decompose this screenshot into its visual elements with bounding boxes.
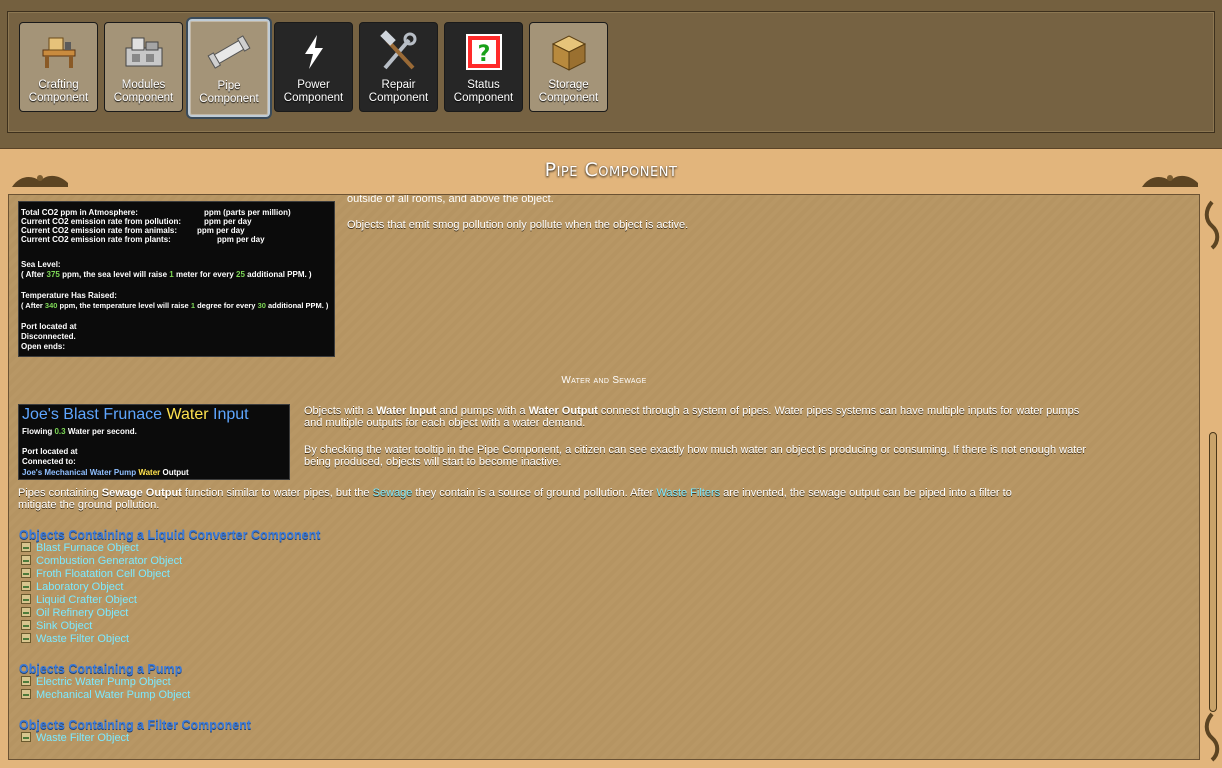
hammer-wrench-icon xyxy=(379,30,416,70)
tool-label-line2: Component xyxy=(283,92,344,104)
tool-label-line1: Status xyxy=(467,79,500,91)
tool-label-line1: Power xyxy=(297,79,330,91)
list-item[interactable]: Combustion Generator Object xyxy=(21,555,182,568)
tool-label-line1: Modules xyxy=(121,79,166,91)
tool-label-line1: Storage xyxy=(548,79,589,91)
component-toolbar: Crafting Component Modules Component Pipe C… xyxy=(0,0,1222,148)
list-item[interactable]: Blast Furnace Object xyxy=(21,542,139,555)
smog-paragraph: Objects that emit smog pollution only po… xyxy=(347,219,689,231)
pump-header: Objects Containing a Pump xyxy=(19,662,183,676)
list-item[interactable]: Waste Filter Object xyxy=(21,732,129,745)
tool-label-line2: Component xyxy=(28,92,89,104)
right-ornament-icon xyxy=(1142,175,1198,187)
crafting-table-icon xyxy=(42,37,75,68)
pipe-component-button[interactable]: Pipe Component xyxy=(188,19,270,117)
tool-label-line2: Component xyxy=(199,93,259,105)
tooltip-text: Temperature Has Raised: xyxy=(21,291,117,300)
repair-component-button[interactable]: Repair Component xyxy=(359,22,438,112)
document-icon xyxy=(21,607,31,617)
list-item[interactable]: Sink Object xyxy=(21,620,92,633)
tooltip-text: Disconnected. xyxy=(21,332,76,341)
svg-text:?: ? xyxy=(477,42,490,67)
list-item[interactable]: Electric Water Pump Object xyxy=(21,676,171,689)
water-tooltip-title: Joe's Blast Frunace Water Input xyxy=(22,406,249,423)
page-title: Pipe Component xyxy=(544,159,678,181)
title-bar: Pipe Component xyxy=(0,148,1222,194)
tool-label-line2: Component xyxy=(113,92,174,104)
list-item[interactable]: Waste Filter Object xyxy=(21,633,129,646)
tooltip-text: Current CO2 emission rate from plants: xyxy=(21,235,171,244)
document-icon xyxy=(21,732,31,742)
document-icon xyxy=(21,676,31,686)
section-heading: Water and Sewage xyxy=(561,375,647,386)
document-icon xyxy=(21,581,31,591)
document-icon xyxy=(21,689,31,699)
water-paragraph-1: Objects with a Water Input and pumps wit… xyxy=(304,405,1080,429)
tooltip-text: Total CO2 ppm in Atmosphere: xyxy=(21,208,138,217)
tooltip-text: Connected to: xyxy=(22,457,76,466)
tooltip-text: ppm per day xyxy=(217,235,265,244)
tool-label-line1: Repair xyxy=(381,79,416,91)
content-panel[interactable]: outside of all rooms, and above the obje… xyxy=(8,194,1200,760)
list-item[interactable]: Laboratory Object xyxy=(21,581,123,594)
modules-icon xyxy=(125,37,162,67)
filter-header: Objects Containing a Filter Component xyxy=(19,718,251,732)
crafting-component-button[interactable]: Crafting Component xyxy=(19,22,98,112)
scroll-bottom-ornament-icon xyxy=(1204,712,1220,762)
tooltip-text: Open ends: xyxy=(21,342,66,351)
scrollbar-thumb[interactable] xyxy=(1209,432,1217,712)
status-component-button[interactable]: ? Status Component xyxy=(444,22,523,112)
water-paragraph-2: By checking the water tooltip in the Pip… xyxy=(304,444,1087,468)
tooltip-text: ppm (parts per million) xyxy=(204,208,291,217)
modules-component-button[interactable]: Modules Component xyxy=(104,22,183,112)
list-item[interactable]: Liquid Crafter Object xyxy=(21,594,137,607)
tool-label-line1: Pipe xyxy=(217,80,241,92)
question-mark-icon: ? xyxy=(465,34,502,70)
lightning-icon xyxy=(304,35,323,69)
tool-label-line1: Crafting xyxy=(38,79,79,91)
liquid-converter-header: Objects Containing a Liquid Converter Co… xyxy=(19,528,321,542)
document-icon xyxy=(21,555,31,565)
document-icon xyxy=(21,568,31,578)
storage-component-button[interactable]: Storage Component xyxy=(529,22,608,112)
tooltip-text: Sea Level: xyxy=(21,260,61,269)
tooltip-text: Port located at xyxy=(22,447,78,456)
document-icon xyxy=(21,542,31,552)
tooltip-text: Current CO2 emission rate from animals: xyxy=(21,226,178,235)
list-item[interactable]: Mechanical Water Pump Object xyxy=(21,689,190,702)
document-icon xyxy=(21,594,31,604)
power-component-button[interactable]: Power Component xyxy=(274,22,353,112)
waste-filters-link[interactable]: Waste Filters xyxy=(656,487,720,499)
tooltip-text: Current CO2 emission rate from pollution… xyxy=(21,217,182,226)
pipe-icon xyxy=(207,35,251,69)
tooltip-text: ppm per day xyxy=(204,217,252,226)
document-icon xyxy=(21,620,31,630)
scroll-top-ornament-icon xyxy=(1204,200,1220,250)
list-item[interactable]: Froth Floatation Cell Object xyxy=(21,568,170,581)
tooltip-text: ppm per day xyxy=(197,226,245,235)
tool-label-line2: Component xyxy=(368,92,429,104)
tool-label-line2: Component xyxy=(538,92,599,104)
cut-off-text: outside of all rooms, and above the obje… xyxy=(347,194,554,205)
sewage-paragraph: Pipes containing Sewage Output function … xyxy=(18,487,1012,511)
storage-crate-icon xyxy=(551,35,586,71)
tool-label-line2: Component xyxy=(453,92,514,104)
water-tooltip-image: Joe's Blast Frunace Water Input Flowing … xyxy=(18,404,290,480)
sewage-link[interactable]: Sewage xyxy=(373,487,413,499)
document-icon xyxy=(21,633,31,643)
list-item[interactable]: Oil Refinery Object xyxy=(21,607,128,620)
tooltip-text: Port located at xyxy=(21,322,77,331)
co2-tooltip-image: Total CO2 ppm in Atmosphere: ppm (parts … xyxy=(18,201,335,357)
